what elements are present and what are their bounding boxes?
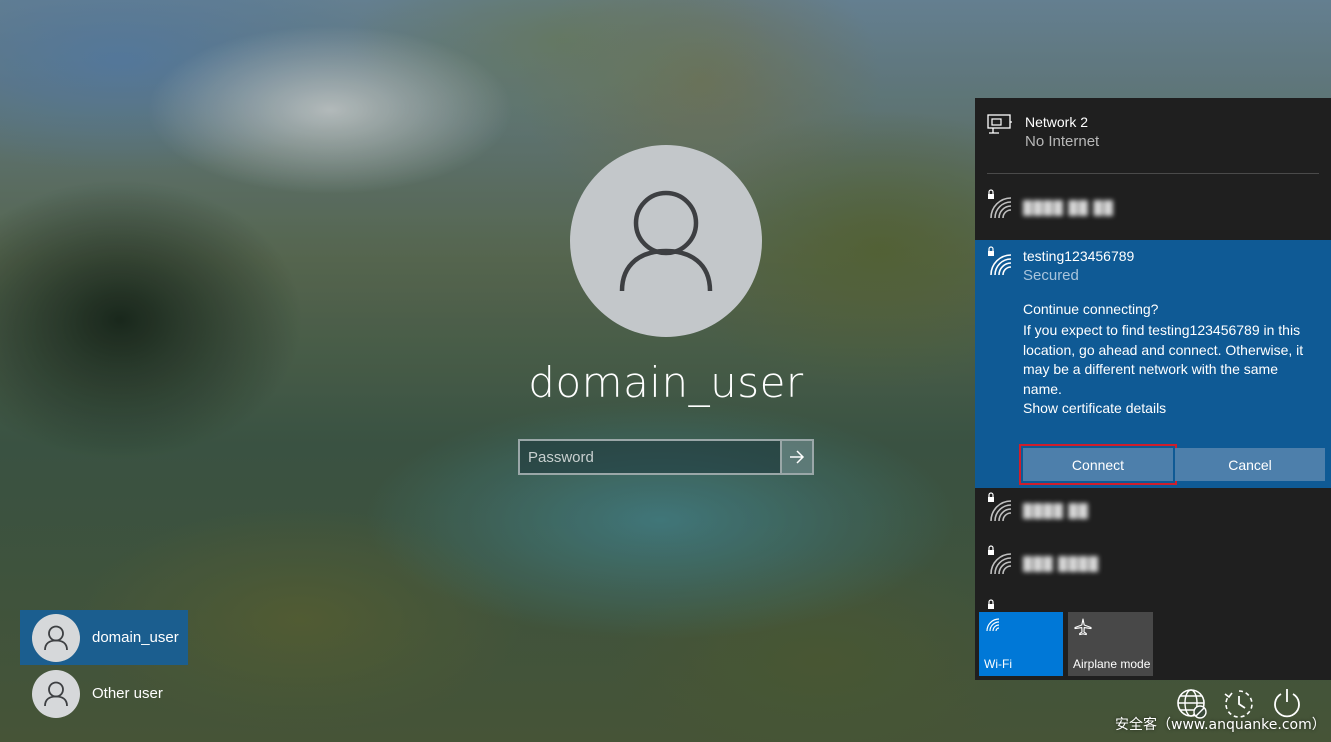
- cancel-button[interactable]: Cancel: [1175, 448, 1325, 481]
- wifi-tile-label: Wi-Fi: [984, 657, 1012, 671]
- selected-network-status: Secured: [1023, 267, 1079, 284]
- wired-network-item[interactable]: Network 2 No Internet: [975, 98, 1331, 173]
- arrow-right-icon: [790, 450, 805, 464]
- user-list-label: domain_user: [92, 629, 179, 646]
- avatar: [32, 613, 80, 662]
- connect-button[interactable]: Connect: [1019, 444, 1177, 485]
- ethernet-icon: [987, 114, 1012, 134]
- avatar: [32, 669, 80, 718]
- user-avatar-large: [570, 145, 762, 337]
- airplane-mode-tile[interactable]: Airplane mode: [1068, 612, 1153, 676]
- user-list-item-other-user[interactable]: Other user: [20, 666, 188, 721]
- password-box: [518, 439, 814, 475]
- login-username: domain_user: [528, 358, 804, 407]
- airplane-tile-label: Airplane mode: [1073, 657, 1151, 671]
- wifi-network-item-partial[interactable]: [975, 598, 1331, 612]
- user-icon: [44, 681, 68, 706]
- wifi-network-name-blurred: ███ ████: [1023, 556, 1100, 571]
- continue-question: Continue connecting?: [1023, 301, 1159, 317]
- wifi-network-item[interactable]: ████ ██ ██: [975, 188, 1331, 238]
- user-list-label: Other user: [92, 685, 163, 702]
- wifi-secured-icon: [988, 545, 1012, 575]
- wifi-icon: [986, 618, 1000, 632]
- airplane-icon: [1074, 618, 1092, 636]
- password-input[interactable]: [520, 441, 780, 473]
- wifi-secured-icon: [988, 492, 1012, 522]
- watermark-text: 安全客（www.anquanke.com）: [1115, 717, 1326, 733]
- wifi-network-item[interactable]: ███ ████: [975, 544, 1331, 594]
- wifi-network-name-blurred: ████ ██ ██: [1023, 200, 1114, 215]
- selected-wifi-network: testing123456789 Secured Continue connec…: [975, 240, 1331, 488]
- network-flyout: Network 2 No Internet ████ ██ ██ testing…: [975, 98, 1331, 680]
- selected-network-name: testing123456789: [1023, 248, 1135, 264]
- lock-icon: [988, 599, 994, 609]
- wifi-toggle-tile[interactable]: Wi-Fi: [979, 612, 1063, 676]
- user-list-item-domain-user[interactable]: domain_user: [20, 610, 188, 665]
- divider: [987, 173, 1319, 174]
- user-icon: [619, 190, 713, 292]
- network-status: No Internet: [1025, 133, 1100, 150]
- network-name: Network 2: [1025, 114, 1089, 130]
- user-icon: [44, 625, 68, 650]
- submit-button[interactable]: [780, 441, 812, 473]
- wifi-network-item[interactable]: ████ ██: [975, 491, 1331, 541]
- show-certificate-link[interactable]: Show certificate details: [1023, 400, 1166, 416]
- warning-message: If you expect to find testing123456789 i…: [1023, 322, 1304, 397]
- wifi-network-name-blurred: ████ ██: [1023, 503, 1089, 518]
- wifi-secured-icon: [988, 189, 1012, 219]
- wifi-secured-icon: [988, 246, 1012, 276]
